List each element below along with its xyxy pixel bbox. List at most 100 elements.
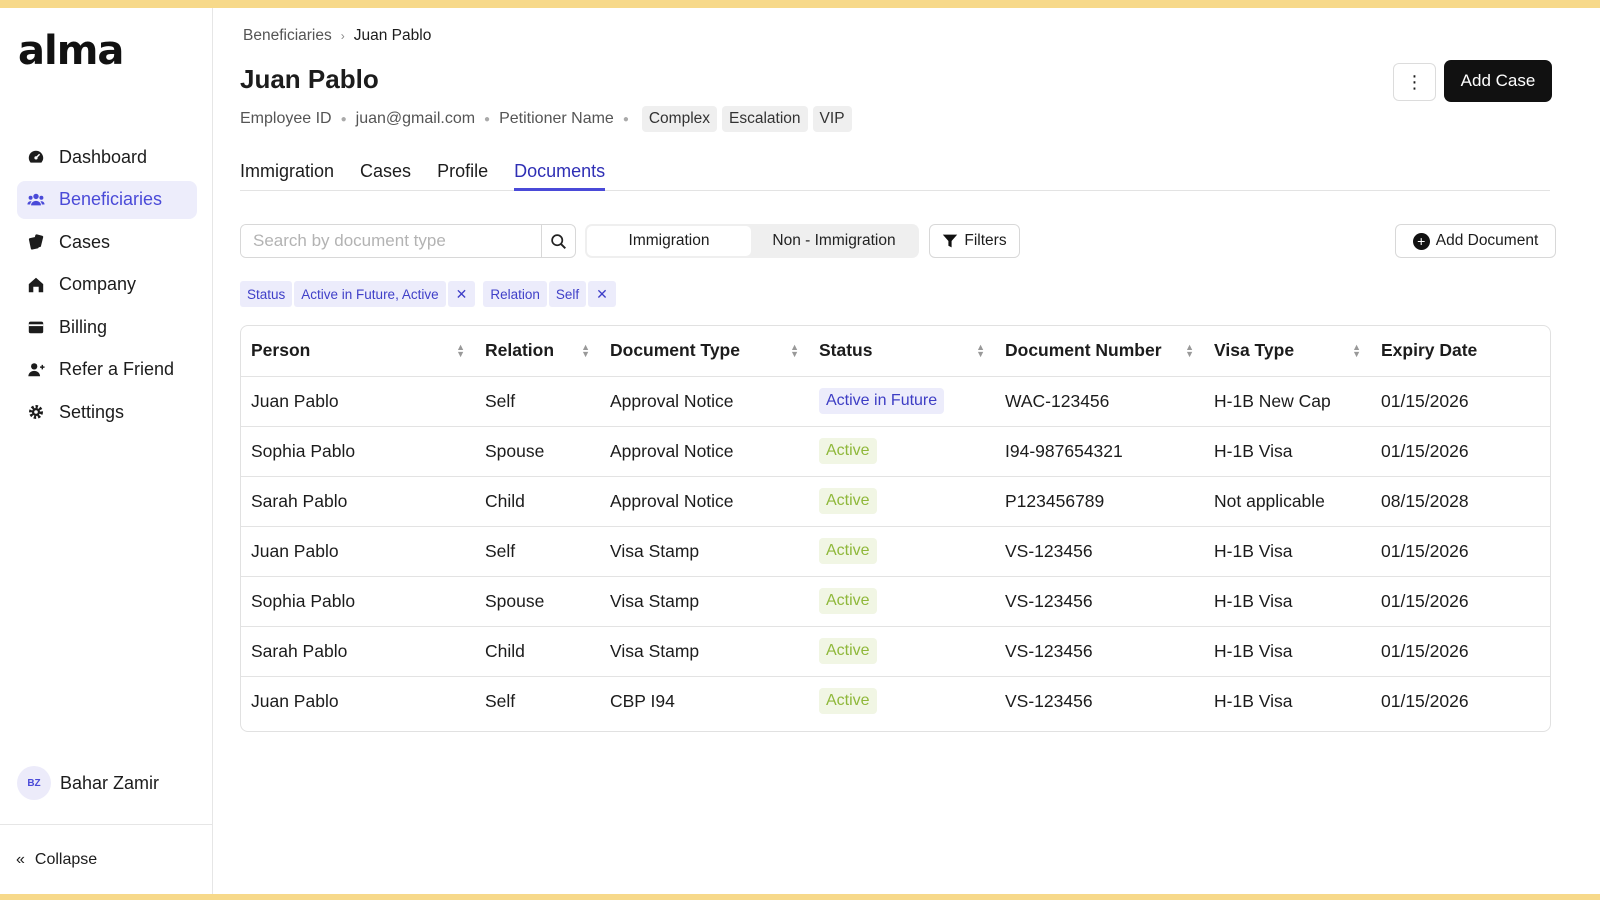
sidebar-nav: Dashboard Beneficiaries Cases Company Bi…: [17, 138, 197, 436]
column-header[interactable]: Relation ▲ ▼: [475, 326, 600, 377]
add-document-label: Add Document: [1435, 232, 1539, 249]
table-cell: VS-123456: [995, 626, 1204, 677]
table-row[interactable]: Sarah Pablo Child Visa Stamp Active VS-12345…: [241, 626, 1550, 677]
table-cell: Approval Notice: [600, 376, 809, 427]
sort-icon[interactable]: ▲ ▼: [581, 343, 590, 359]
avatar: BZ: [17, 766, 51, 800]
sort-icon[interactable]: ▲ ▼: [456, 343, 465, 359]
cell-text: H-1B Visa: [1214, 540, 1293, 561]
table-row[interactable]: Sophia Pablo Spouse Visa Stamp Active VS-123…: [241, 576, 1550, 627]
plus-circle-icon: +: [1412, 232, 1430, 250]
sort-icon[interactable]: ▲ ▼: [790, 343, 799, 359]
chip-key: Status: [240, 281, 293, 307]
separator-dot: ●: [622, 113, 629, 125]
cell-text: 01/15/2026: [1381, 590, 1469, 611]
column-header[interactable]: Document Number ▲ ▼: [995, 326, 1204, 377]
table-cell: Self: [475, 526, 600, 577]
table-row[interactable]: Juan Pablo Self CBP I94 Active VS-123456 H-1B…: [241, 676, 1550, 726]
tab-immigration[interactable]: Immigration: [240, 153, 334, 191]
user-name: Bahar Zamir: [60, 772, 160, 793]
table-cell: Approval Notice: [600, 476, 809, 527]
sidebar-item-dashboard[interactable]: Dashboard: [17, 138, 197, 176]
table-cell: VS-123456: [995, 676, 1204, 726]
cell-text: 01/15/2026: [1381, 690, 1469, 711]
column-header[interactable]: Document Type ▲ ▼: [600, 326, 809, 377]
separator-dot: ●: [484, 113, 491, 125]
table-row[interactable]: Juan Pablo Self Approval Notice Active in F…: [241, 376, 1550, 427]
cell-text: H-1B Visa: [1214, 690, 1293, 711]
breadcrumb-beneficiaries-link[interactable]: Beneficiaries: [243, 27, 332, 45]
collapse-button[interactable]: « Collapse: [0, 824, 212, 894]
table-cell: Sophia Pablo: [241, 426, 475, 477]
sidebar-item-billing[interactable]: Billing: [17, 308, 197, 346]
employee-id: Employee ID: [240, 110, 332, 127]
table-cell: 01/15/2026: [1371, 376, 1550, 427]
tab-cases[interactable]: Cases: [360, 153, 411, 191]
add-document-button[interactable]: + Add Document: [1395, 224, 1556, 258]
breadcrumb: Beneficiaries › Juan Pablo: [243, 27, 431, 45]
column-header[interactable]: Visa Type ▲ ▼: [1204, 326, 1371, 377]
status-badge: Active: [819, 438, 877, 464]
table-row[interactable]: Juan Pablo Self Visa Stamp Active VS-123456 H…: [241, 526, 1550, 577]
table-cell: Juan Pablo: [241, 526, 475, 577]
sort-icon[interactable]: ▲ ▼: [976, 343, 985, 359]
column-header[interactable]: Expiry Date▲▼: [1371, 326, 1550, 377]
filters-button[interactable]: Filters: [929, 224, 1020, 258]
document-category-toggle: Immigration Non - Immigration: [585, 224, 919, 258]
status-badge: Active in Future: [819, 388, 945, 414]
table-cell: VS-123456: [995, 576, 1204, 627]
remove-filter-icon[interactable]: ✕: [447, 281, 476, 307]
sidebar-item-refer-a-friend[interactable]: Refer a Friend: [17, 351, 197, 389]
email: juan@gmail.com: [355, 110, 476, 127]
chip-key: Relation: [483, 281, 547, 307]
sidebar-item-beneficiaries[interactable]: Beneficiaries: [17, 180, 197, 219]
segment-immigration[interactable]: Immigration: [587, 226, 751, 256]
column-header-label: Visa Type: [1214, 340, 1295, 361]
sort-icon[interactable]: ▲ ▼: [1185, 343, 1194, 359]
cell-text: H-1B New Cap: [1214, 390, 1331, 411]
user-profile[interactable]: BZ Bahar Zamir: [17, 766, 159, 800]
sidebar-item-settings[interactable]: Settings: [17, 393, 197, 431]
more-options-button[interactable]: ⋮: [1393, 63, 1436, 101]
table-cell: Spouse: [475, 576, 600, 627]
cell-text: Visa Stamp: [610, 640, 700, 661]
cell-text: VS-123456: [1005, 590, 1093, 611]
column-header[interactable]: Person ▲ ▼: [241, 326, 475, 377]
tab-profile[interactable]: Profile: [437, 153, 488, 191]
tab-bar: Immigration Cases Profile Documents: [240, 153, 1550, 191]
table-row[interactable]: Sophia Pablo Spouse Approval Notice Active I…: [241, 426, 1550, 477]
filter-chip-relation: Relation Self ✕: [483, 281, 618, 307]
documents-table: Person ▲ ▼ Relation ▲ ▼ Document Type ▲ ▼ Status ▲…: [240, 325, 1551, 732]
search-input[interactable]: [241, 225, 541, 257]
beneficiary-meta: Employee ID ● juan@gmail.com ● Petitione…: [240, 106, 857, 132]
column-header[interactable]: Status ▲ ▼: [809, 326, 995, 377]
cell-text: H-1B Visa: [1214, 440, 1293, 461]
tab-documents[interactable]: Documents: [514, 153, 606, 191]
search-button[interactable]: [541, 225, 575, 257]
sidebar: alma Dashboard Beneficiaries Cases Compa…: [0, 8, 213, 894]
search-icon: [551, 233, 566, 249]
sidebar-item-cases[interactable]: Cases: [17, 223, 197, 261]
column-header-label: Relation: [485, 340, 555, 361]
add-case-button[interactable]: Add Case: [1444, 60, 1552, 102]
table-cell: Visa Stamp: [600, 526, 809, 577]
sort-icon[interactable]: ▲ ▼: [1352, 343, 1361, 359]
tag-escalation: Escalation: [722, 106, 808, 132]
remove-filter-icon[interactable]: ✕: [588, 281, 616, 307]
chip-value: Active in Future, Active: [294, 281, 446, 307]
table-cell: WAC-123456: [995, 376, 1204, 427]
segment-non-immigration[interactable]: Non - Immigration: [751, 226, 917, 256]
sidebar-item-company[interactable]: Company: [17, 266, 197, 304]
sidebar-item-label: Cases: [59, 231, 111, 252]
cell-text: Self: [485, 690, 516, 711]
table-cell: Not applicable: [1204, 476, 1371, 527]
table-cell: Active: [809, 626, 995, 677]
table-cell: VS-123456: [995, 526, 1204, 577]
table-cell: H-1B New Cap: [1204, 376, 1371, 427]
cell-text: Child: [485, 490, 525, 511]
alma-logo[interactable]: alma: [18, 28, 124, 74]
filter-icon: [943, 234, 958, 248]
cell-text: Sarah Pablo: [251, 490, 348, 511]
table-row[interactable]: Sarah Pablo Child Approval Notice Active P12…: [241, 476, 1550, 527]
tag-complex: Complex: [641, 106, 718, 132]
